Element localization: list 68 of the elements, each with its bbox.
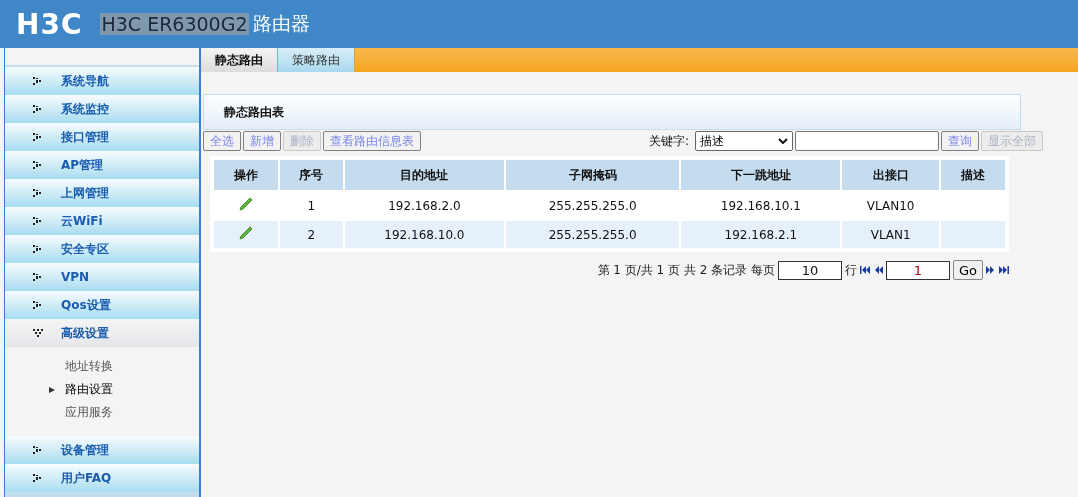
column-header: 出接口	[841, 158, 941, 191]
go-button[interactable]: Go	[952, 260, 983, 280]
bullet-icon	[33, 105, 43, 113]
bullet-icon	[33, 77, 43, 85]
page-size-input[interactable]: 10	[777, 260, 842, 280]
table-cell: VLAN10	[841, 191, 941, 220]
bullet-icon	[33, 329, 43, 337]
bullet-icon	[33, 217, 43, 225]
chevron-down-icon	[778, 138, 788, 144]
page-summary: 第 1 页/共 1 页 共 2 条记录 每页	[597, 261, 775, 279]
bullet-icon	[33, 189, 43, 197]
table-cell: 2	[278, 220, 344, 250]
submenu-item[interactable]: 地址转换	[5, 355, 199, 378]
bullet-icon	[33, 161, 43, 169]
table-cell: 192.168.10.1	[680, 191, 842, 220]
sidebar-item[interactable]: 用户FAQ	[5, 464, 199, 492]
submenu-item[interactable]: 路由设置	[5, 378, 199, 401]
table-cell: 255.255.255.0	[504, 220, 681, 250]
submenu-item[interactable]: 应用服务	[5, 401, 199, 424]
column-header: 序号	[278, 158, 344, 191]
arrow-icon	[49, 386, 55, 393]
keyword-label: 关键字:	[648, 132, 689, 150]
edit-pencil-icon[interactable]	[238, 226, 253, 240]
page-input[interactable]: 1	[885, 260, 950, 280]
bullet-icon	[33, 474, 43, 482]
bullet-icon	[33, 301, 43, 309]
search-button[interactable]: 查询	[941, 131, 979, 151]
rows-label: 行	[844, 261, 857, 279]
sidebar-item[interactable]: 接口管理	[5, 123, 199, 151]
column-header: 目的地址	[343, 158, 505, 191]
toolbar-button[interactable]: 全选	[203, 131, 241, 151]
first-page-icon[interactable]	[859, 266, 870, 274]
column-header: 下一跳地址	[680, 158, 842, 191]
sidebar-item[interactable]: 安全专区	[5, 235, 199, 263]
sidebar-item[interactable]: 云WiFi	[5, 207, 199, 235]
column-header: 描述	[940, 158, 1007, 191]
keyword-select[interactable]: 描述	[695, 131, 793, 151]
bullet-icon	[33, 273, 43, 281]
sidebar-item[interactable]: 系统导航	[5, 67, 199, 95]
page-title: 路由器	[252, 11, 310, 36]
next-page-icon[interactable]	[986, 266, 996, 274]
sidebar-item[interactable]: 系统监控	[5, 95, 199, 123]
sidebar-item[interactable]: 设备管理	[5, 436, 199, 464]
table-cell: 192.168.10.0	[343, 220, 505, 250]
table-cell: 192.168.2.0	[343, 191, 505, 220]
sidebar-item[interactable]: Qos设置	[5, 291, 199, 319]
keyword-input[interactable]	[795, 131, 939, 151]
sidebar-item[interactable]: AP管理	[5, 151, 199, 179]
tab[interactable]: 策略路由	[278, 48, 355, 72]
brand-logo: H3C	[16, 7, 83, 41]
column-header: 操作	[212, 158, 279, 191]
bullet-icon	[33, 446, 43, 454]
table-cell: 1	[278, 191, 344, 220]
edit-pencil-icon[interactable]	[238, 197, 253, 211]
sidebar-item[interactable]: 上网管理	[5, 179, 199, 207]
bullet-icon	[33, 133, 43, 141]
toolbar-button[interactable]: 查看路由信息表	[323, 131, 421, 151]
toolbar-button[interactable]: 新增	[243, 131, 281, 151]
table-cell: 192.168.2.1	[680, 220, 842, 250]
tab[interactable]: 静态路由	[201, 48, 278, 72]
bullet-icon	[33, 245, 43, 253]
table-cell: 255.255.255.0	[504, 191, 681, 220]
table-cell: VLAN1	[841, 220, 941, 250]
panel-title: 静态路由表	[203, 94, 1021, 130]
column-header: 子网掩码	[504, 158, 681, 191]
last-page-icon[interactable]	[999, 266, 1009, 274]
sidebar-item[interactable]: VPN	[5, 263, 199, 291]
device-model: H3C ER6300G2	[100, 13, 249, 35]
